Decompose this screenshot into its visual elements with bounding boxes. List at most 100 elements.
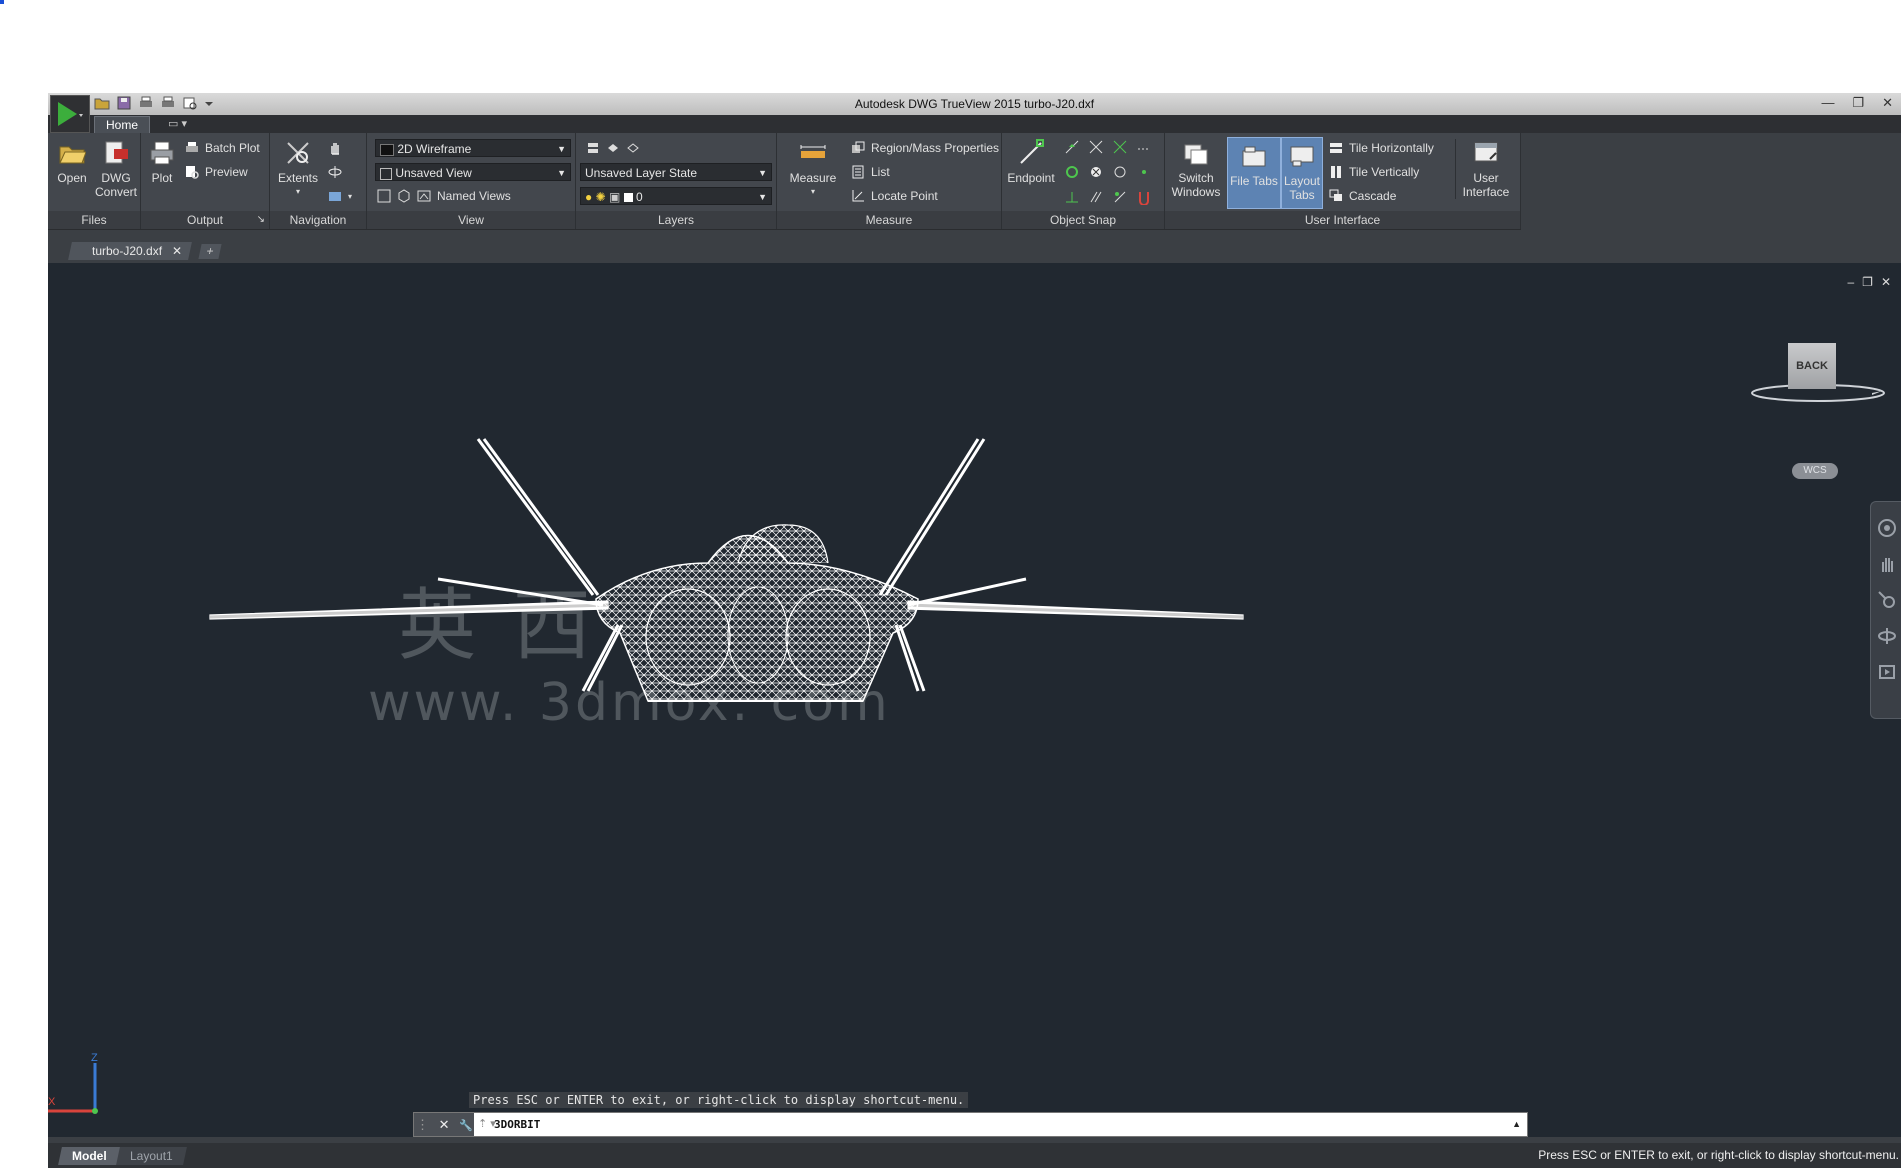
plot-icon[interactable] [138,96,156,112]
insertion-snap-icon[interactable] [1136,164,1160,183]
showmotion-button[interactable]: ▾ [328,187,352,205]
qat-dropdown-icon[interactable] [204,96,222,112]
switch-windows-button[interactable]: Switch Windows [1169,139,1223,199]
sun-icon: ✺ [595,190,606,204]
layer-properties-icon[interactable] [586,141,600,155]
dwg-convert-label-2: Convert [94,185,138,199]
new-tab-button[interactable]: + [198,244,222,259]
orbit-button[interactable] [328,163,342,181]
measure-label: Measure [789,171,837,185]
user-interface-label-1: User [1473,171,1499,185]
plot-button[interactable]: Plot [145,139,179,185]
window-controls: — ❐ ✕ [1821,95,1893,111]
tab-home[interactable]: Home [94,116,150,134]
restore-button[interactable]: ❐ [1852,95,1864,111]
file-tabs-label: File Tabs [1230,174,1278,188]
perpendicular-snap-icon[interactable] [1064,189,1088,208]
file-tabs-icon [1242,146,1266,167]
region-mass-label: Region/Mass Properties [871,141,1000,155]
pan-button[interactable] [328,139,342,157]
endpoint-snap-button[interactable]: Endpoint [1004,139,1058,185]
current-layer-value: 0 [636,190,643,204]
layer-isolate-icon[interactable] [606,141,620,155]
command-line-settings-icon[interactable]: 🔧 [459,1120,473,1132]
document-tab-bar: turbo-J20.dxf ✕ + [48,239,1901,261]
extents-dropdown-icon[interactable]: ▾ [276,185,320,199]
layer-dropdown[interactable]: ● ✺ ▣ 0 ▼ [580,187,772,205]
quadrant-snap-icon[interactable] [1112,164,1136,183]
parallel-snap-icon[interactable] [1088,189,1112,208]
panel-object-snap: Endpoint Object Snap [1002,133,1165,229]
preview-label: Preview [205,165,248,179]
preview-button[interactable]: Preview [185,163,248,181]
apparent-intersection-snap-icon[interactable] [1112,139,1136,158]
measure-button[interactable]: Measure ▾ [785,139,841,199]
region-mass-button[interactable]: Region/Mass Properties [851,139,999,157]
open-button[interactable]: Open [52,139,92,185]
command-line: ⋮ ✕ 🔧 ⇡ ▾ 3DORBIT ▲ [413,1112,1528,1137]
open-icon[interactable] [94,96,112,112]
command-input[interactable]: 3DORBIT [494,1113,540,1136]
tile-horizontally-button[interactable]: Tile Horizontally [1329,139,1434,157]
preview-icon[interactable] [182,96,200,112]
minimize-button[interactable]: — [1821,95,1834,111]
named-view-dropdown[interactable]: Unsaved View ▼ [375,163,571,181]
document-tab-turbo-j20[interactable]: turbo-J20.dxf ✕ [68,242,192,260]
drawing-viewport[interactable]: – ❐ ✕ BACK WCS 英 西 www. 3dmox. com Z X [48,263,1901,1137]
locate-point-button[interactable]: Locate Point [851,187,938,205]
chevron-down-icon: ▼ [758,192,767,202]
close-button[interactable]: ✕ [1882,95,1893,111]
endpoint-label: Endpoint [1007,171,1055,185]
corner-marker [0,0,4,4]
tile-vertically-button[interactable]: Tile Vertically [1329,163,1419,181]
command-history-toggle-icon[interactable]: ▲ [1512,1113,1521,1136]
status-bar: Model Layout1 Press ESC or ENTER to exit… [48,1143,1901,1168]
cascade-label: Cascade [1349,189,1397,203]
document-tab-close-icon[interactable]: ✕ [172,242,182,260]
user-interface-button[interactable]: User Interface [1455,139,1516,199]
named-views-button[interactable]: Named Views [437,189,511,203]
view-cube-toggle-icon[interactable] [397,189,411,203]
intersection-snap-icon[interactable] [1088,139,1112,158]
tile-horizontally-icon [1329,141,1343,155]
tangent-snap-icon[interactable] [1112,189,1136,208]
application-menu-button[interactable] [50,95,90,133]
dwg-convert-button[interactable]: DWG Convert [94,139,138,199]
save-icon[interactable] [116,96,134,112]
tab-model[interactable]: Model [58,1147,121,1165]
visual-style-value: 2D Wireframe [397,142,472,156]
user-interface-icon [1474,142,1498,162]
showmotion-icon [328,189,342,203]
layer-state-dropdown[interactable]: Unsaved Layer State ▼ [580,163,772,181]
ribbon-extra-dropdown[interactable]: ▭ ▾ [168,117,187,130]
visual-style-dropdown[interactable]: 2D Wireframe ▼ [375,139,571,157]
batch-plot-icon[interactable] [160,96,178,112]
chevron-down-icon: ▼ [557,168,566,178]
output-launcher-button[interactable]: ↘ [257,211,265,229]
batch-plot-button[interactable]: Batch Plot [185,139,260,157]
extents-label: Extents [277,171,319,185]
center-snap-icon[interactable] [1064,164,1088,183]
showmotion-dropdown-icon[interactable]: ▾ [348,192,352,201]
layout-tabs-toggle[interactable]: Layout Tabs [1281,137,1323,209]
command-line-grip-icon[interactable]: ⋮ [416,1117,429,1132]
endpoint-snap-icon [1020,139,1044,164]
node-snap-icon[interactable] [1088,164,1112,183]
orbit-icon [328,165,342,179]
panel-view: 2D Wireframe ▼ Unsaved View ▼ Named View… [367,133,576,229]
file-tabs-toggle[interactable]: File Tabs [1227,137,1281,209]
extension-snap-icon[interactable] [1136,139,1160,158]
document-tab-label: turbo-J20.dxf [92,244,163,258]
cascade-button[interactable]: Cascade [1329,187,1396,205]
layer-unisolate-icon[interactable] [626,141,640,155]
command-line-close-button[interactable]: ✕ [439,1117,450,1132]
view-tools-row: Named Views [377,187,511,205]
tab-layout1[interactable]: Layout1 [116,1147,187,1165]
panel-output: Plot Batch Plot Preview Output ↘ [141,133,270,229]
snap-settings-icon[interactable] [1136,189,1160,208]
midpoint-snap-icon[interactable] [1064,139,1088,158]
list-button[interactable]: List [851,163,890,181]
viewport-config-icon[interactable] [377,189,391,203]
measure-dropdown-icon[interactable]: ▾ [785,185,841,199]
extents-button[interactable]: Extents ▾ [276,139,320,199]
